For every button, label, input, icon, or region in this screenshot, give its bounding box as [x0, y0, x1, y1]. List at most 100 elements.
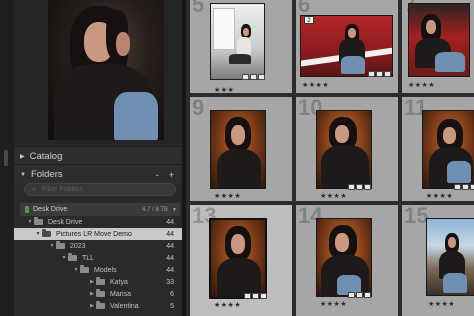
add-folder-button[interactable]: + — [169, 170, 174, 180]
thumbnail-badges — [348, 292, 371, 298]
copy-count-badge[interactable]: 2 — [304, 16, 314, 24]
catalog-panel-header[interactable]: ▶ Catalog — [14, 146, 182, 166]
star-rating[interactable]: ★★★★ — [214, 192, 241, 200]
develop-badge-icon[interactable] — [470, 184, 474, 190]
folder-row-pictures-lr-move-demo[interactable]: ▼ Pictures LR Move Demo 44 — [14, 228, 182, 240]
folder-count: 44 — [166, 242, 174, 250]
star-rating[interactable]: ★★★★ — [214, 301, 241, 309]
crop-badge-icon[interactable] — [250, 74, 257, 80]
folder-row-katya[interactable]: ▶ Katya 33 — [14, 276, 182, 288]
expand-triangle-icon: ▶ — [20, 154, 25, 160]
disclosure-icon[interactable]: ▼ — [26, 219, 34, 225]
grid-cell[interactable]: 9 ★★★★ — [190, 97, 292, 201]
grid-cell[interactable]: 5 ★★★ — [190, 0, 292, 93]
folders-panel-header[interactable]: ▼ Folders - + — [14, 164, 182, 184]
grid-cell[interactable]: 10 ★★★★ — [296, 97, 398, 201]
remove-folder-button[interactable]: - — [156, 170, 159, 180]
disclosure-icon[interactable]: ▶ — [88, 291, 96, 297]
crop-badge-icon[interactable] — [356, 292, 363, 298]
disclosure-icon[interactable]: ▶ — [88, 303, 96, 309]
metadata-badge-icon[interactable] — [368, 71, 375, 77]
folder-row-2023[interactable]: ▼ 2023 44 — [14, 240, 182, 252]
folder-row-desk-drive[interactable]: ▼ Desk Drive 44 — [14, 216, 182, 228]
thumbnail-badges — [368, 71, 391, 77]
search-icon: ⌕ — [32, 185, 36, 193]
photo-thumbnail[interactable] — [426, 218, 474, 296]
folder-icon — [96, 277, 105, 285]
grid-cell[interactable]: 14 ★★★★ — [296, 205, 398, 316]
thumbnail-badges — [348, 184, 371, 190]
grid-cell[interactable]: 15 ★★★★ — [402, 205, 474, 316]
folder-filter-input[interactable]: ⌕ Filter Folders — [24, 183, 176, 196]
develop-badge-icon[interactable] — [364, 184, 371, 190]
metadata-badge-icon[interactable] — [348, 184, 355, 190]
star-rating[interactable]: ★★★ — [214, 86, 234, 93]
folder-row-tll[interactable]: ▼ TLL 44 — [14, 252, 182, 264]
star-rating[interactable]: ★★★★ — [320, 192, 347, 200]
volume-menu-icon[interactable]: ▼ — [172, 207, 177, 213]
thumbnail-badges — [244, 293, 267, 299]
develop-badge-icon[interactable] — [260, 293, 267, 299]
star-rating[interactable]: ★★★★ — [320, 300, 347, 308]
photo-thumbnail[interactable] — [210, 110, 266, 189]
volume-name: Desk Drive — [33, 206, 68, 213]
folder-icon — [42, 229, 51, 237]
crop-badge-icon[interactable] — [376, 71, 383, 77]
folder-count: 44 — [166, 218, 174, 226]
library-grid: 5 ★★★ 6 2 ★★★★ ★★★★ 9 ★★★★ 10 ★★★★ 11 ★★… — [186, 0, 474, 316]
navigator-preview-image[interactable] — [48, 0, 164, 140]
photo-thumbnail[interactable] — [316, 218, 372, 297]
photo-thumbnail[interactable] — [316, 110, 372, 189]
grid-cell[interactable]: 7 ★★★★ — [402, 0, 474, 93]
metadata-badge-icon[interactable] — [454, 184, 461, 190]
thumbnail-badges — [242, 74, 265, 80]
crop-badge-icon[interactable] — [252, 293, 259, 299]
star-rating[interactable]: ★★★★ — [428, 300, 455, 308]
disclosure-icon[interactable]: ▼ — [60, 255, 68, 261]
volume-header[interactable]: Desk Drive 4.7 / 8 TB ▼ — [20, 203, 180, 216]
grid-cell[interactable]: 6 2 ★★★★ — [296, 0, 398, 93]
star-rating[interactable]: ★★★★ — [302, 81, 329, 89]
folder-icon — [34, 217, 43, 225]
metadata-badge-icon[interactable] — [244, 293, 251, 299]
volume-status-icon — [25, 206, 29, 213]
develop-badge-icon[interactable] — [384, 71, 391, 77]
disclosure-icon[interactable]: ▼ — [34, 231, 42, 237]
thumbnail-badges — [454, 184, 474, 190]
catalog-panel-title: Catalog — [29, 151, 63, 162]
photo-thumbnail[interactable] — [300, 15, 393, 77]
crop-badge-icon[interactable] — [462, 184, 469, 190]
folder-row-marisa[interactable]: ▶ Marisa 6 — [14, 288, 182, 300]
disclosure-icon[interactable]: ▼ — [72, 267, 80, 273]
star-rating[interactable]: ★★★★ — [426, 192, 453, 200]
folder-count: 44 — [166, 230, 174, 238]
develop-badge-icon[interactable] — [258, 74, 265, 80]
metadata-badge-icon[interactable] — [348, 292, 355, 298]
metadata-badge-icon[interactable] — [242, 74, 249, 80]
photo-thumbnail[interactable] — [209, 218, 267, 299]
folder-row-valentina[interactable]: ▶ Valentina 5 — [14, 300, 182, 312]
photo-thumbnail[interactable] — [422, 110, 474, 189]
develop-badge-icon[interactable] — [364, 292, 371, 298]
panel-collapse-handle[interactable] — [4, 150, 8, 166]
folder-count: 44 — [166, 266, 174, 274]
volume-size: 4.7 / 8 TB — [142, 206, 169, 213]
folder-label: Desk Drive — [48, 218, 83, 226]
disclosure-icon[interactable]: ▼ — [48, 243, 56, 249]
panel-edge-strip — [0, 0, 14, 316]
crop-badge-icon[interactable] — [356, 184, 363, 190]
disclosure-icon[interactable]: ▶ — [88, 279, 96, 285]
folders-panel-title: Folders — [30, 169, 63, 180]
cell-index: 9 — [192, 97, 205, 120]
left-panel: ▶ Catalog ▼ Folders - + ⌕ Filter Folders… — [0, 0, 182, 316]
cell-index: 15 — [404, 205, 429, 228]
grid-cell[interactable]: 11 ★★★★ — [402, 97, 474, 201]
folder-icon — [68, 253, 77, 261]
photo-thumbnail[interactable] — [408, 3, 470, 77]
folder-icon — [56, 241, 65, 249]
folder-row-models[interactable]: ▼ Models 44 — [14, 264, 182, 276]
grid-cell-selected[interactable]: 13 ★★★★ — [190, 205, 292, 316]
photo-thumbnail[interactable] — [210, 3, 265, 80]
folder-count: 44 — [166, 254, 174, 262]
star-rating[interactable]: ★★★★ — [408, 81, 435, 89]
